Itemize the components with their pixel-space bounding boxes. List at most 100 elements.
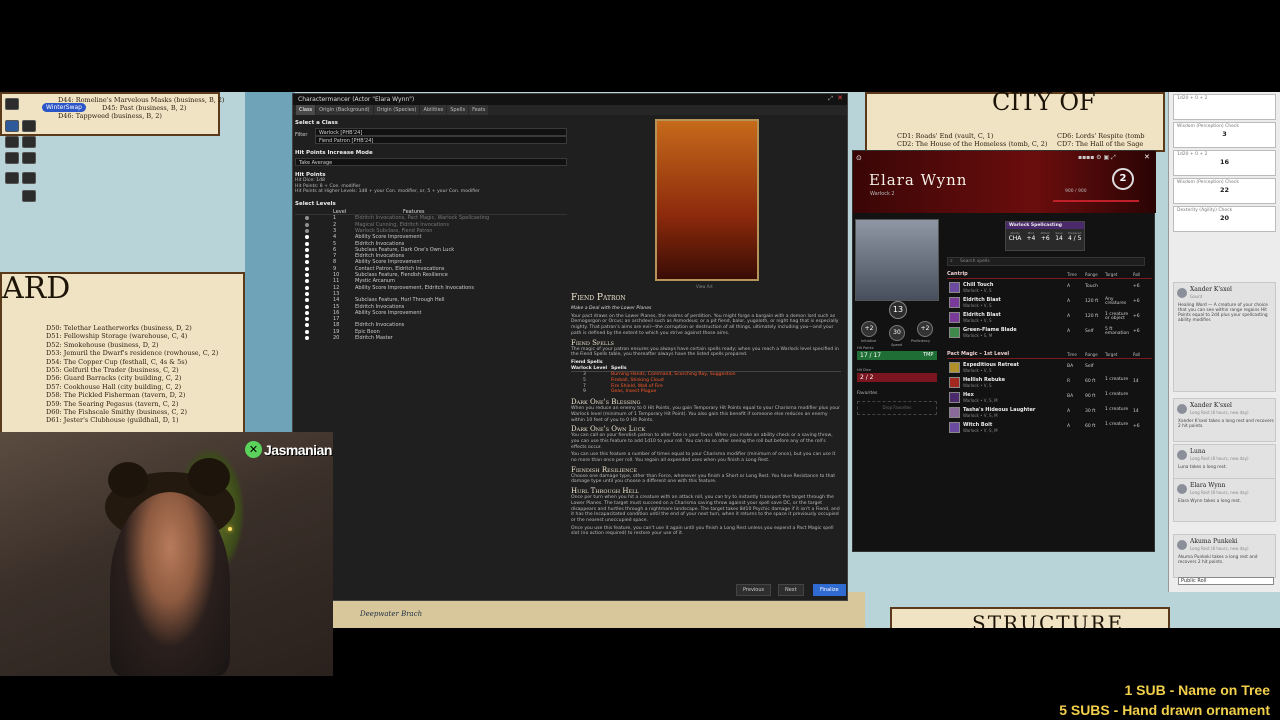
drop-favorites-zone[interactable]: Drop Favorites	[857, 401, 937, 415]
tab-abilities[interactable]: Abilities	[420, 105, 447, 115]
spell-roll[interactable]: 14	[1133, 409, 1139, 414]
spell-table-col: Spells	[611, 365, 627, 371]
spell-icon[interactable]	[949, 392, 960, 403]
roll-card[interactable]: Dexterity (Agility) Check 20	[1173, 206, 1276, 232]
sheet-header-controls-icon[interactable]: ▪▪▪▪ ⚙ ▣ ⤢	[1078, 154, 1116, 162]
level-number: 20	[333, 335, 340, 342]
spell-icon[interactable]	[949, 327, 960, 338]
temp-hp-label[interactable]: TMP	[923, 352, 933, 358]
spell-row[interactable]: Eldritch Blast Warlock • V, S A 120 ft Any c…	[947, 296, 1152, 310]
spellcasting-stat: Mod +4	[1027, 231, 1036, 242]
hp-mode-select[interactable]: Take Average	[295, 158, 567, 166]
player-pill[interactable]: WinterSwap	[42, 103, 86, 112]
subclass-select[interactable]: Fiend Patron [PHB'24]	[315, 136, 567, 144]
tab-class[interactable]: Class	[296, 105, 316, 115]
journal-tool-icon[interactable]	[22, 190, 36, 202]
features-column-header: Features	[403, 209, 425, 216]
roll-card[interactable]: 1d20 + 0 + 2	[1173, 94, 1276, 120]
measure-tool-icon[interactable]	[5, 136, 19, 148]
spell-roll[interactable]: +6	[1133, 424, 1140, 429]
spell-row[interactable]: Hellish Rebuke Warlock • V, S R 60 ft 1 crea…	[947, 376, 1152, 390]
chat-message[interactable]: Akuma Punkeki Long Rest (8 hours, new day…	[1173, 534, 1276, 578]
target-tool-icon[interactable]	[22, 120, 36, 132]
character-portrait[interactable]	[855, 219, 939, 301]
class-select[interactable]: Warlock [PHB'24]	[315, 128, 567, 136]
spell-icon[interactable]	[949, 297, 960, 308]
spell-roll[interactable]: 14	[1133, 379, 1139, 384]
spell-roll[interactable]: +6	[1133, 284, 1140, 289]
spell-column-header: Roll	[1133, 272, 1141, 277]
initiative-label: Initiative	[861, 339, 877, 343]
popout-icon[interactable]: ⤢	[828, 95, 833, 103]
spell-row[interactable]: Chill Touch Warlock • V, S A Touch +6	[947, 281, 1152, 295]
next-button[interactable]: Next	[778, 584, 804, 596]
spell-group-header[interactable]: Cantrip Time Range Target Roll	[947, 271, 1152, 279]
map-legend-bottom-right: STRUCTURE	[890, 607, 1170, 628]
class-feature-preview: View Art Fiend Patron Make a Deal with t…	[571, 117, 847, 572]
view-art-link[interactable]: View Art	[696, 284, 713, 289]
spellcasting-label: Warlock Spellcasting	[1006, 222, 1084, 229]
roll-result[interactable]: 22	[1174, 186, 1275, 194]
previous-button[interactable]: Previous	[736, 584, 772, 596]
roll-card[interactable]: Wisdom (Perception) Check 22	[1173, 178, 1276, 204]
roll-result[interactable]: 3	[1174, 130, 1275, 138]
roll-result[interactable]: 16	[1174, 158, 1275, 166]
token-tool-icon[interactable]	[5, 120, 19, 132]
roll-card[interactable]: Wisdom (Perception) Check 3	[1173, 122, 1276, 148]
close-icon[interactable]: ✕	[837, 94, 843, 102]
window-title: Charactermancer (Actor "Elara Wynn")	[298, 96, 415, 103]
window-titlebar[interactable]: Charactermancer (Actor "Elara Wynn") ⤢ ✕	[293, 94, 847, 105]
spell-table-row: 9 Geas, Insect Plague	[571, 389, 841, 395]
roll-card[interactable]: 1d20 + 0 + 2 16	[1173, 150, 1276, 176]
spell-row[interactable]: Green-Flame Blade Warlock • S, M A Self 5 ft…	[947, 326, 1152, 340]
map-location: D54: The Copper Cup (festhall, C, 4s & 5…	[46, 357, 188, 366]
chat-message[interactable]: Xander K'sxel Long Rest (8 hours, new day…	[1173, 398, 1276, 442]
chat-message[interactable]: Elara Wynn Long Rest (8 hours, new day) El…	[1173, 478, 1276, 522]
tab-feats[interactable]: Feats	[469, 105, 489, 115]
spell-row[interactable]: Tasha's Hideous Laughter Warlock • V, S, …	[947, 406, 1152, 420]
spell-row[interactable]: Hex Warlock • V, S, M BA 90 ft 1 creature	[947, 391, 1152, 405]
spell-source: Warlock • V, S, M	[963, 398, 998, 403]
hit-dice-bar[interactable]: 2 / 2	[857, 373, 937, 382]
spell-row[interactable]: Expeditious Retreat Warlock • V, S BA Self	[947, 361, 1152, 375]
level-radio[interactable]	[305, 229, 309, 233]
pin-icon[interactable]: ⊙	[856, 154, 862, 162]
avatar	[1177, 450, 1187, 460]
spell-table-spells[interactable]: Geas, Insect Plague	[611, 389, 656, 395]
spell-icon[interactable]	[949, 282, 960, 293]
chat-message[interactable]: Xander K'sxel Gaunt Healing Word — A creat…	[1173, 282, 1276, 392]
spell-source: Warlock • V, S, M	[963, 428, 998, 433]
spell-column-header: Time	[1067, 352, 1077, 357]
spell-search-input[interactable]: Search spells	[947, 257, 1145, 266]
map-location: D61: Jester's Clubhouse (guildhall, D, 1…	[46, 416, 179, 425]
spell-row[interactable]: Eldritch Blast Warlock • V, S A 120 ft 1 cre…	[947, 311, 1152, 325]
spell-icon[interactable]	[949, 312, 960, 323]
spell-roll[interactable]: +6	[1133, 314, 1140, 319]
tab-origin-background[interactable]: Origin (Background)	[316, 105, 373, 115]
finalize-button[interactable]: Finalize	[813, 584, 846, 596]
roll-result[interactable]: 20	[1174, 214, 1275, 222]
close-icon[interactable]: ✕	[1144, 153, 1150, 161]
filter-button[interactable]: Filter	[295, 128, 313, 144]
spell-icon[interactable]	[949, 362, 960, 373]
tab-spells[interactable]: Spells	[447, 105, 469, 115]
level-row[interactable]: 20 Eldritch Master	[295, 335, 567, 341]
initiative-value[interactable]: +2	[861, 321, 877, 337]
ping-tool-icon[interactable]	[22, 136, 36, 148]
spell-roll[interactable]: +6	[1133, 299, 1140, 304]
spell-icon[interactable]	[949, 422, 960, 433]
roll-mode-select[interactable]: Public Roll	[1178, 577, 1274, 585]
spell-group-header[interactable]: Pact Magic – 1st Level Time Range Target Rol…	[947, 351, 1152, 359]
tile-tool-icon[interactable]	[5, 152, 19, 164]
spell-icon[interactable]	[949, 377, 960, 388]
spell-row[interactable]: Witch Bolt Warlock • V, S, M A 60 ft 1 creat…	[947, 421, 1152, 435]
spell-icon[interactable]	[949, 407, 960, 418]
spell-time: A	[1067, 424, 1071, 429]
level-radio[interactable]	[305, 222, 309, 227]
tab-origin-species[interactable]: Origin (Species)	[373, 105, 420, 115]
draw-tool-icon[interactable]	[22, 152, 36, 164]
layers-tool-icon[interactable]	[22, 172, 36, 184]
spell-roll[interactable]: +6	[1133, 329, 1140, 334]
notes-tool-icon[interactable]	[5, 172, 19, 184]
select-tool-icon[interactable]	[5, 98, 19, 110]
